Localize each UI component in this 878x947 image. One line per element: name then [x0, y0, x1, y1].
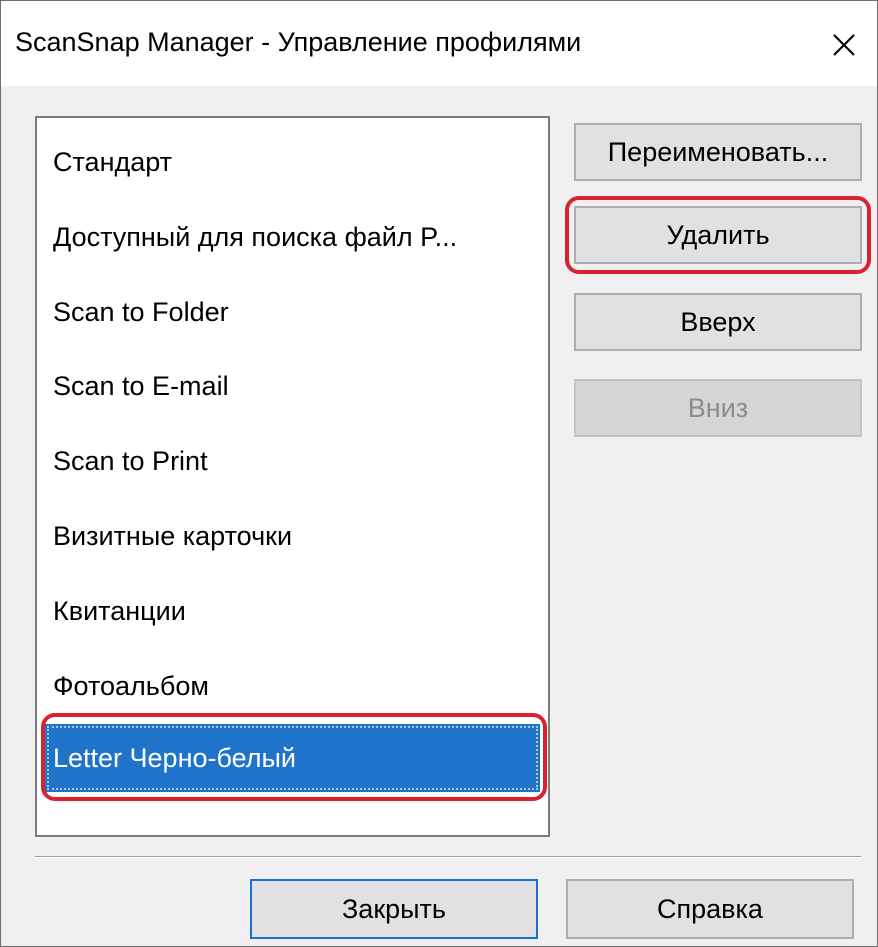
profile-item-letter-bw[interactable]: Letter Черно-белый — [45, 724, 540, 792]
profile-item-receipts[interactable]: Квитанции — [45, 577, 540, 645]
profile-item-standard[interactable]: Стандарт — [45, 128, 540, 196]
move-up-button[interactable]: Вверх — [574, 293, 862, 351]
title-bar: ScanSnap Manager - Управление профилями — [1, 1, 877, 86]
profile-item-photo-album[interactable]: Фотоальбом — [45, 652, 540, 720]
profile-item-business-cards[interactable]: Визитные карточки — [45, 502, 540, 570]
close-window-button[interactable] — [816, 15, 872, 75]
profile-item-searchable-pdf[interactable]: Доступный для поиска файл P... — [45, 203, 540, 271]
profile-item-scan-to-email[interactable]: Scan to E-mail — [45, 352, 540, 420]
profile-item-scan-to-folder[interactable]: Scan to Folder — [45, 278, 540, 346]
delete-button[interactable]: Удалить — [574, 206, 862, 264]
profile-management-dialog: ScanSnap Manager - Управление профилями … — [0, 0, 878, 947]
window-title: ScanSnap Manager - Управление профилями — [15, 27, 582, 57]
close-button[interactable]: Закрыть — [250, 879, 538, 939]
profile-list[interactable]: Стандарт Доступный для поиска файл P... … — [35, 116, 550, 837]
help-button[interactable]: Справка — [566, 879, 854, 939]
separator — [35, 856, 861, 858]
rename-button[interactable]: Переименовать... — [574, 123, 862, 181]
close-icon — [833, 34, 855, 56]
move-down-button[interactable]: Вниз — [574, 379, 862, 437]
profile-item-scan-to-print[interactable]: Scan to Print — [45, 427, 540, 495]
